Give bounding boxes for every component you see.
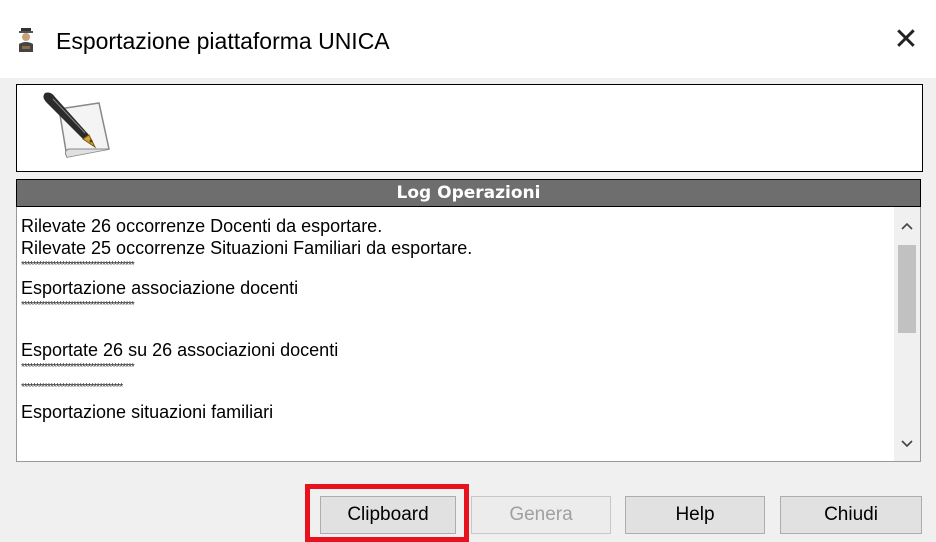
log-scrollbar[interactable] (894, 207, 920, 461)
log-separator: *************************************** (21, 300, 135, 311)
clipboard-button[interactable]: Clipboard (320, 496, 456, 534)
log-separator: *************************************** (21, 260, 135, 271)
log-line: Esportate 26 su 26 associazioni docenti (21, 340, 339, 360)
quill-document-icon (43, 92, 110, 158)
log-content: Rilevate 26 occorrenze Docenti da esport… (21, 215, 891, 423)
log-header: Log Operazioni (16, 179, 921, 207)
close-icon[interactable]: ✕ (886, 20, 926, 60)
log-line: Esportazione situazioni familiari (21, 402, 274, 422)
help-button[interactable]: Help (625, 496, 765, 534)
scroll-thumb[interactable] (898, 245, 916, 333)
chevron-up-icon[interactable] (894, 213, 920, 239)
log-line: Rilevate 26 occorrenze Docenti da esport… (21, 216, 383, 236)
teacher-app-icon (19, 28, 33, 52)
log-line: Esportazione associazione docenti (21, 278, 299, 298)
log-line: Rilevate 25 occorrenze Situazioni Famili… (21, 238, 473, 258)
log-separator: *************************************** (21, 362, 135, 373)
log-blank-line (21, 313, 891, 339)
genera-button[interactable]: Genera (471, 496, 611, 534)
chevron-down-icon[interactable] (894, 431, 920, 457)
header-panel (16, 84, 923, 172)
title-bar: Esportazione piattaforma UNICA ✕ (0, 0, 936, 78)
chiudi-button[interactable]: Chiudi (780, 496, 922, 534)
log-separator: *********************************** (21, 382, 123, 393)
log-textarea[interactable]: Rilevate 26 occorrenze Docenti da esport… (16, 207, 921, 462)
window-title: Esportazione piattaforma UNICA (56, 28, 390, 54)
